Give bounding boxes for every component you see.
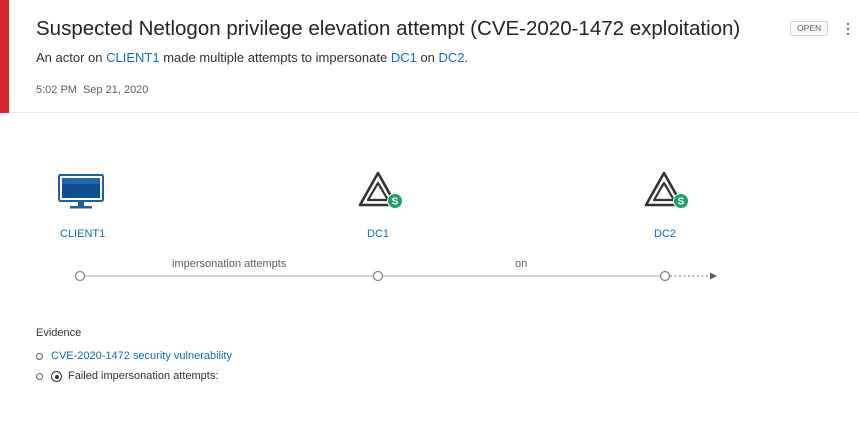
- expand-icon[interactable]: [51, 371, 62, 382]
- alert-time: 5:02 PM: [36, 84, 77, 96]
- alert-timestamp: 5:02 PM Sep 21, 2020: [36, 84, 148, 96]
- description-suffix: .: [464, 50, 469, 65]
- evidence-failed-attempts-label: Failed impersonation attempts:: [68, 370, 219, 382]
- timeline-node-client1: [74, 270, 86, 282]
- status-badge: OPEN: [790, 21, 829, 36]
- description-connector: on: [416, 50, 439, 65]
- alert-story: CLIENT1 S DC1 S DC2 impersonation attemp: [0, 114, 859, 438]
- alert-date: Sep 21, 2020: [82, 84, 149, 96]
- evidence-cve-link[interactable]: CVE-2020-1472 security vulnerability: [51, 349, 232, 364]
- more-vertical-icon[interactable]: [841, 18, 855, 40]
- bullet-circle-icon: [36, 353, 43, 360]
- evidence-title: Evidence: [36, 327, 82, 339]
- bullet-circle-icon: [36, 373, 43, 380]
- actor-link[interactable]: CLIENT1: [106, 50, 159, 65]
- timeline-node-dc2: [659, 270, 671, 282]
- alert-description: An actor on CLIENT1 made multiple attemp…: [36, 50, 468, 65]
- timeline-node-dc1: [372, 270, 384, 282]
- target2-link[interactable]: DC2: [439, 50, 465, 65]
- alert-header: Suspected Netlogon privilege elevation a…: [0, 0, 859, 113]
- description-prefix: An actor on: [36, 50, 107, 65]
- severity-indicator: [0, 0, 9, 113]
- story-timeline: [74, 270, 717, 282]
- description-middle: made multiple attempts to impersonate: [159, 50, 391, 65]
- target1-link[interactable]: DC1: [391, 50, 417, 65]
- edge-label-impersonation: impersonation attempts: [172, 258, 287, 270]
- alert-title: Suspected Netlogon privilege elevation a…: [36, 17, 741, 40]
- edge-label-on: on: [515, 258, 528, 270]
